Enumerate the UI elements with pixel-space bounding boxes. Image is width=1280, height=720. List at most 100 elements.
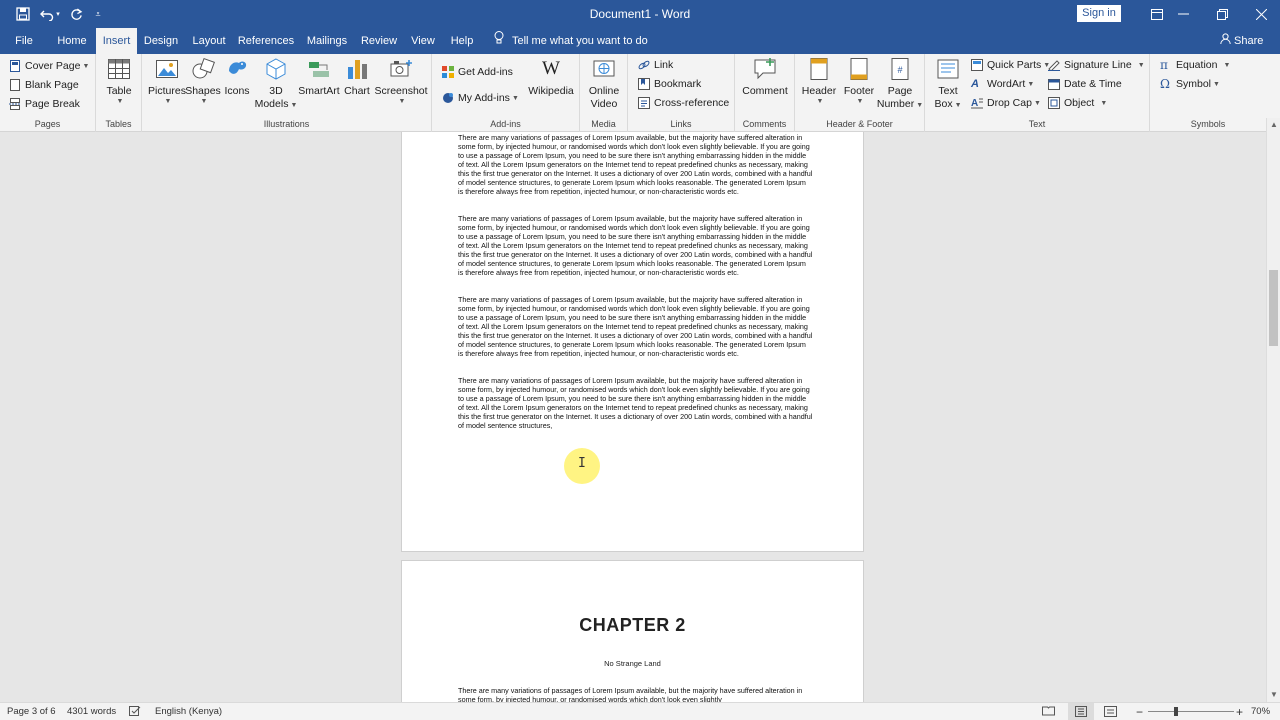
share-button[interactable]: Share [1220, 28, 1263, 54]
zoom-in-icon[interactable]: + [1236, 703, 1243, 720]
pi-icon: π [1160, 58, 1168, 72]
chevron-down-icon: ▼ [1137, 61, 1145, 69]
header-button[interactable]: Header ▼ [799, 57, 839, 105]
tab-home[interactable]: Home [52, 28, 92, 54]
tab-file[interactable]: File [8, 28, 40, 54]
page-number-button[interactable]: # Page Number ▼ [877, 57, 923, 112]
status-bar: Page 3 of 6 4301 words English (Kenya) −… [0, 702, 1280, 720]
tab-design[interactable]: Design [140, 28, 182, 54]
wordart-button[interactable]: A WordArt ▼ [971, 76, 1034, 92]
paragraph[interactable]: There are many variations of passages of… [458, 295, 813, 358]
object-button[interactable]: Object ▼ [1048, 95, 1107, 111]
zoom-out-icon[interactable]: − [1136, 703, 1143, 720]
screenshot-button[interactable]: Screenshot ▼ [374, 57, 428, 105]
document-canvas[interactable]: There are many variations of passages of… [0, 132, 1266, 702]
cross-reference-button[interactable]: Cross-reference [638, 95, 729, 111]
signature-line-button[interactable]: Signature Line ▼ [1048, 57, 1145, 73]
undo-dropdown-icon[interactable]: ▾ [56, 10, 60, 18]
vertical-scrollbar[interactable]: ▲ ▼ [1266, 118, 1280, 702]
zoom-slider[interactable] [1148, 703, 1234, 720]
tab-references[interactable]: References [236, 28, 296, 54]
word-count[interactable]: 4301 words [67, 703, 116, 720]
quick-parts-button[interactable]: Quick Parts ▼ [971, 57, 1050, 73]
customize-toolbar-icon[interactable]: ⩡ [90, 0, 106, 28]
smartart-button[interactable]: SmartArt [298, 57, 340, 98]
group-label-pages: Pages [34, 119, 61, 129]
shapes-button[interactable]: Shapes ▼ [185, 57, 221, 105]
chevron-down-icon: ▼ [200, 98, 208, 105]
chevron-down-icon: ▼ [116, 98, 124, 105]
chevron-down-icon: ▼ [916, 102, 924, 109]
comment-button[interactable]: Comment [741, 57, 789, 98]
online-video-label-line1: Online [588, 85, 620, 97]
tab-layout[interactable]: Layout [188, 28, 230, 54]
web-layout-icon[interactable] [1104, 703, 1117, 720]
scroll-down-icon[interactable]: ▼ [1267, 688, 1280, 702]
read-mode-icon[interactable] [1042, 703, 1055, 720]
calendar-icon [1048, 78, 1060, 90]
pictures-button[interactable]: Pictures ▼ [148, 57, 186, 105]
tab-mailings[interactable]: Mailings [302, 28, 352, 54]
chart-button[interactable]: Chart [340, 57, 374, 98]
tab-insert[interactable]: Insert [96, 28, 137, 54]
link-icon [638, 59, 650, 71]
chevron-down-icon: ▼ [511, 94, 519, 102]
tab-view[interactable]: View [406, 28, 440, 54]
get-addins-label: Get Add-ins [458, 66, 513, 78]
paragraph[interactable]: There are many variations of passages of… [458, 376, 813, 430]
save-icon[interactable] [10, 0, 36, 28]
tab-review[interactable]: Review [358, 28, 400, 54]
wikipedia-button[interactable]: W Wikipedia [526, 57, 576, 98]
chapter-heading[interactable]: CHAPTER 2 [402, 615, 863, 636]
page-3[interactable]: There are many variations of passages of… [401, 132, 864, 552]
close-icon[interactable] [1238, 0, 1280, 28]
table-button[interactable]: Table ▼ [102, 57, 136, 105]
group-text: Text Box ▼ Quick Parts ▼ A WordArt ▼ A Drop… [925, 54, 1150, 132]
page-break-button[interactable]: Page Break [9, 96, 80, 112]
online-video-button[interactable]: Online Video [584, 57, 624, 111]
paragraph[interactable]: There are many variations of passages of… [458, 214, 813, 277]
table-label: Table [106, 85, 132, 97]
proofing-icon[interactable] [129, 703, 141, 720]
page-4[interactable]: CHAPTER 2 No Strange Land There are many… [401, 560, 864, 702]
print-layout-icon[interactable] [1068, 703, 1094, 720]
chapter-subtitle[interactable]: No Strange Land [402, 659, 863, 668]
page-count[interactable]: Page 3 of 6 [7, 703, 56, 720]
text-box-button[interactable]: Text Box ▼ [931, 57, 965, 112]
drop-cap-button[interactable]: A Drop Cap ▼ [971, 95, 1041, 111]
group-label-header-footer: Header & Footer [826, 119, 893, 129]
chevron-down-icon: ▼ [398, 98, 406, 105]
undo-icon[interactable]: ▾ [36, 0, 64, 28]
scroll-thumb[interactable] [1269, 270, 1278, 346]
get-addins-button[interactable]: Get Add-ins [442, 64, 513, 80]
pictures-icon [156, 60, 178, 78]
drop-cap-label: Drop Cap [987, 97, 1032, 109]
sign-in-button[interactable]: Sign in [1077, 5, 1121, 22]
text-box-icon [937, 59, 959, 79]
chevron-down-icon: ▼ [856, 98, 864, 105]
my-addins-button[interactable]: My Add-ins ▼ [442, 90, 519, 106]
language-indicator[interactable]: English (Kenya) [155, 703, 222, 720]
paragraph[interactable]: There are many variations of passages of… [458, 133, 813, 196]
icons-button[interactable]: Icons [222, 57, 252, 98]
date-time-button[interactable]: Date & Time [1048, 76, 1122, 92]
redo-icon[interactable] [66, 0, 86, 28]
zoom-slider-thumb[interactable] [1174, 707, 1178, 716]
zoom-level[interactable]: 70% [1251, 703, 1270, 720]
symbol-button[interactable]: Ω Symbol ▼ [1160, 76, 1220, 92]
blank-page-button[interactable]: Blank Page [9, 77, 79, 93]
link-button[interactable]: Link [638, 57, 673, 73]
bookmark-button[interactable]: Bookmark [638, 76, 701, 92]
link-label: Link [654, 59, 674, 71]
footer-button[interactable]: Footer ▼ [839, 57, 879, 105]
group-label-symbols: Symbols [1190, 119, 1226, 129]
equation-button[interactable]: π Equation ▼ [1160, 57, 1230, 73]
paragraph[interactable]: There are many variations of passages of… [458, 686, 813, 702]
cover-page-button[interactable]: Cover Page ▼ [9, 58, 89, 74]
3d-models-button[interactable]: 3D Models ▼ [254, 57, 298, 112]
tell-me-search[interactable]: Tell me what you want to do [494, 28, 648, 54]
group-label-comments: Comments [742, 119, 787, 129]
scroll-up-icon[interactable]: ▲ [1267, 118, 1280, 132]
tab-help[interactable]: Help [446, 28, 478, 54]
chevron-down-icon: ▼ [290, 102, 298, 109]
